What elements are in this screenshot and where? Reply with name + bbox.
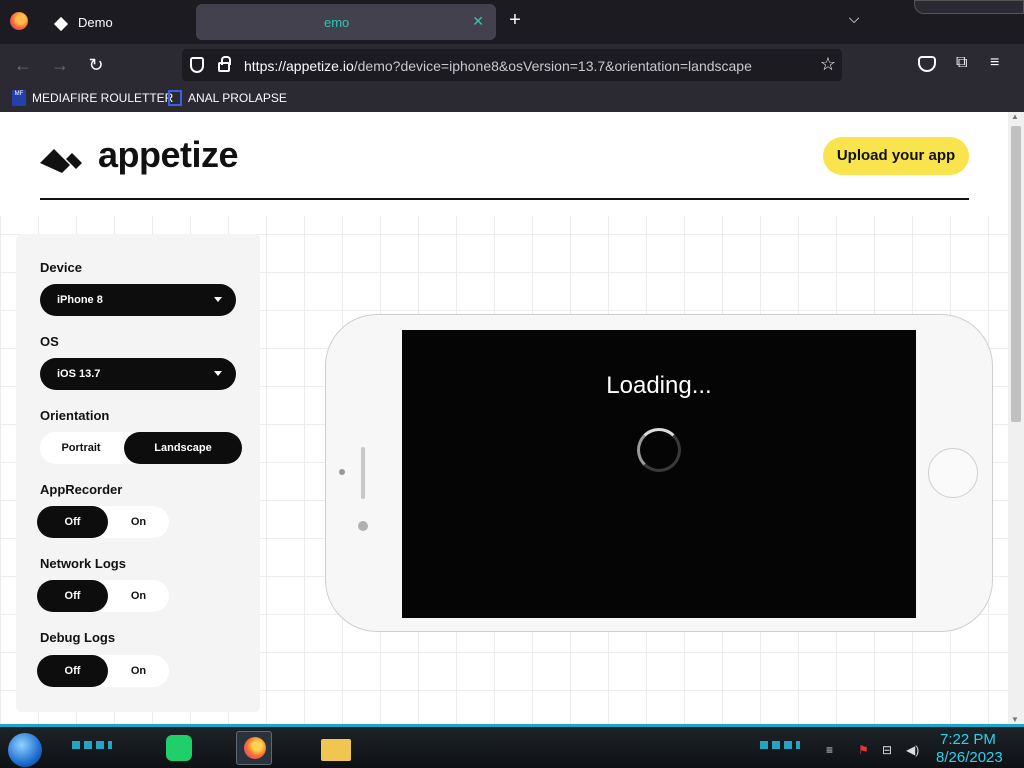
device-label: Device <box>40 260 82 275</box>
mediafire-icon: MF <box>12 90 26 106</box>
url-text[interactable]: https://appetize.io/demo?device=iphone8&… <box>244 58 752 74</box>
page-scrollbar[interactable]: ▲ ▼ <box>1008 112 1024 724</box>
debug-logs-off[interactable]: Off <box>37 655 108 687</box>
header-divider <box>40 198 969 200</box>
upload-app-button[interactable]: Upload your app <box>823 137 969 175</box>
taskbar-decoration <box>760 741 800 749</box>
taskbar-file-explorer-icon[interactable] <box>318 731 354 765</box>
bookmark-label: MEDIAFIRE ROULETTER <box>32 91 174 105</box>
reload-button[interactable]: ↻ <box>83 52 109 78</box>
orientation-toggle: Portrait Landscape <box>40 432 242 464</box>
device-value: iPhone 8 <box>57 294 103 306</box>
os-select[interactable]: iOS 13.7 <box>40 358 236 390</box>
device-screen[interactable]: Loading... <box>402 330 916 618</box>
new-tab-button[interactable]: + <box>504 10 526 32</box>
proximity-sensor <box>358 521 368 531</box>
bookmark-mediafire[interactable]: MF MEDIAFIRE ROULETTER <box>12 90 173 106</box>
network-logs-on[interactable]: On <box>108 580 169 612</box>
network-logs-off[interactable]: Off <box>37 580 108 612</box>
speaker-slot <box>361 447 365 499</box>
orientation-label: Orientation <box>40 408 110 423</box>
clock-time[interactable]: 7:22 PM <box>940 731 996 748</box>
bookmark-label: ANAL PROLAPSE <box>188 91 287 105</box>
loading-text: Loading... <box>606 372 712 399</box>
show-hidden-icons-icon[interactable]: ≡ <box>826 743 833 757</box>
app-recorder-label: AppRecorder <box>40 482 123 497</box>
device-select[interactable]: iPhone 8 <box>40 284 236 316</box>
url-host: https://appetize.io <box>244 58 354 74</box>
tab-active[interactable]: emo ✕ <box>196 4 496 40</box>
taskbar-notes-app-icon[interactable] <box>162 731 198 765</box>
volume-icon[interactable]: ◀) <box>906 743 919 757</box>
bookmark-star-icon[interactable]: ☆ <box>820 54 836 75</box>
hamburger-menu-icon[interactable]: ≡ <box>990 54 999 72</box>
tab-label: Demo <box>78 14 113 30</box>
clock-date[interactable]: 8/26/2023 <box>936 749 1003 766</box>
url-bar[interactable]: https://appetize.io/demo?device=iphone8&… <box>182 49 842 81</box>
app-recorder-toggle: Off On <box>37 506 169 538</box>
tab-label: emo <box>324 15 350 30</box>
network-icon[interactable]: ⊟ <box>882 743 892 757</box>
tab-bar: Demo emo ✕ + ⌵ <box>0 0 1024 44</box>
network-logs-toggle: Off On <box>37 580 169 612</box>
front-camera <box>339 469 345 475</box>
os-label: OS <box>40 334 59 349</box>
start-button[interactable] <box>8 733 42 767</box>
debug-logs-on[interactable]: On <box>108 655 169 687</box>
scroll-thumb[interactable] <box>1011 126 1021 422</box>
pocket-icon[interactable] <box>918 56 936 72</box>
caret-down-icon <box>214 297 222 302</box>
bookmarks-bar: MF MEDIAFIRE ROULETTER ANAL PROLAPSE <box>0 86 1024 112</box>
debug-logs-label: Debug Logs <box>40 630 116 645</box>
taskbar-decoration <box>72 741 112 749</box>
forward-button[interactable]: → <box>47 52 73 78</box>
iphone-device-frame: Loading... <box>325 314 993 632</box>
app-recorder-on[interactable]: On <box>108 506 169 538</box>
os-taskbar: ≡ ⚑ ⊟ ◀) 7:22 PM 8/26/2023 <box>0 724 1024 768</box>
close-tab-icon[interactable]: ✕ <box>472 13 484 30</box>
os-value: iOS 13.7 <box>57 368 101 380</box>
shield-icon[interactable] <box>190 57 204 73</box>
lock-icon[interactable] <box>218 56 231 72</box>
orientation-portrait-option[interactable]: Portrait <box>40 432 122 464</box>
action-center-flag-icon[interactable]: ⚑ <box>858 743 869 757</box>
network-logs-label: Network Logs <box>40 556 126 571</box>
chevron-down-icon[interactable]: ⌵ <box>844 10 864 30</box>
orientation-landscape-option[interactable]: Landscape <box>124 432 242 464</box>
url-path: /demo?device=iphone8&osVersion=13.7&orie… <box>353 58 752 74</box>
bookmark-favicon-icon <box>168 90 182 106</box>
theme-decoration <box>914 0 1024 14</box>
scroll-up-icon[interactable]: ▲ <box>1011 112 1019 121</box>
caret-down-icon <box>214 371 222 376</box>
page-viewport: appetize Upload your app Device iPhone 8… <box>0 112 1008 724</box>
logo-text[interactable]: appetize <box>98 134 239 176</box>
bookmark-second[interactable]: ANAL PROLAPSE <box>168 90 287 106</box>
firefox-icon[interactable] <box>10 12 28 30</box>
nav-bar: ← → ↻ https://appetize.io/demo?device=ip… <box>0 44 1024 86</box>
scroll-down-icon[interactable]: ▼ <box>1011 715 1019 724</box>
debug-logs-toggle: Off On <box>37 655 169 687</box>
app-recorder-off[interactable]: Off <box>37 506 108 538</box>
appetize-logo-icon[interactable] <box>40 145 82 173</box>
site-header: appetize Upload your app <box>0 112 1008 216</box>
loading-spinner-icon <box>637 428 681 472</box>
tab-demo[interactable]: Demo <box>44 4 164 40</box>
appetize-favicon-icon <box>56 15 70 29</box>
taskbar-firefox-icon[interactable] <box>236 731 272 765</box>
extensions-icon[interactable]: ⧉ <box>956 54 967 72</box>
settings-panel: Device iPhone 8 OS iOS 13.7 Orientation … <box>16 234 260 712</box>
back-button[interactable]: ← <box>10 52 36 78</box>
home-button[interactable] <box>928 448 978 498</box>
